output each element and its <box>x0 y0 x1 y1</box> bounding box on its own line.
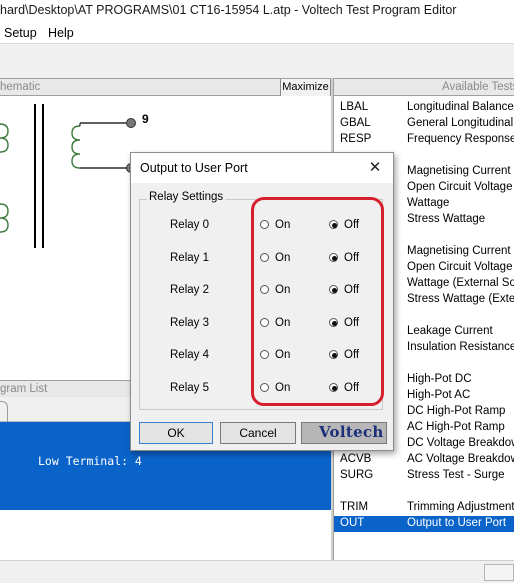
test-description: Open Circuit Voltage (E <box>407 261 514 273</box>
test-row[interactable]: GBAL General Longitudinal B <box>334 116 514 132</box>
schematic-pane-title: hematic <box>0 81 41 93</box>
test-description: Longitudinal Balance <box>407 101 514 113</box>
red-highlight-annotation <box>251 197 384 406</box>
available-tests-title: Available Tests <box>442 81 514 93</box>
schematic-pane-header: hematic Maximize <box>0 78 331 96</box>
test-description: DC Voltage Breakdown <box>407 437 514 449</box>
ok-button[interactable]: OK <box>139 422 213 444</box>
relay-settings-label: Relay Settings <box>147 191 226 203</box>
close-icon[interactable]: ✕ <box>365 158 385 178</box>
dialog-title: Output to User Port <box>140 161 248 175</box>
voltech-logo-text: Voltech <box>319 423 384 441</box>
test-description: Magnetising Current (E <box>407 245 514 257</box>
test-description: Magnetising Current <box>407 165 511 177</box>
maximize-button[interactable]: Maximize <box>280 79 331 96</box>
relay-label: Relay 5 <box>170 382 209 394</box>
test-description: High-Pot AC <box>407 389 471 401</box>
test-row[interactable]: RESP Frequency Response <box>334 132 514 148</box>
test-description: Frequency Response <box>407 133 514 145</box>
program-list-area <box>0 510 331 560</box>
test-description: Stress Wattage <box>407 213 486 225</box>
test-description: Output to User Port <box>407 517 507 529</box>
relay-label: Relay 0 <box>170 219 209 231</box>
dialog-title-bar: Output to User Port ✕ <box>131 153 393 183</box>
test-description: Open Circuit Voltage <box>407 181 513 193</box>
test-code: ACVB <box>340 453 372 465</box>
test-description: High-Pot DC <box>407 373 472 385</box>
test-code: RESP <box>340 133 372 145</box>
test-row[interactable]: ACVB AC Voltage Breakdown <box>334 452 514 468</box>
test-description: AC High-Pot Ramp <box>407 421 505 433</box>
test-description: Wattage (External Sou <box>407 277 514 289</box>
node-label-9: 9 <box>142 112 149 126</box>
program-tab[interactable] <box>0 401 8 422</box>
relay-label: Relay 1 <box>170 252 209 264</box>
test-description: Stress Wattage (Extern <box>407 293 514 305</box>
menu-bar: Setup Help <box>0 22 514 44</box>
cancel-button[interactable]: Cancel <box>220 422 296 444</box>
test-description: Insulation Resistance <box>407 341 514 353</box>
relay-label: Relay 4 <box>170 349 209 361</box>
test-description: Leakage Current <box>407 325 493 337</box>
toolbar-area <box>0 44 514 78</box>
program-list-title: gram List <box>0 383 48 395</box>
test-row[interactable]: OUT Output to User Port <box>334 516 514 532</box>
available-tests-header: Available Tests <box>333 78 514 96</box>
voltech-logo: Voltech <box>301 422 387 444</box>
test-description: AC Voltage Breakdown <box>407 453 514 465</box>
test-code: SURG <box>340 469 374 481</box>
menu-help[interactable]: Help <box>48 26 74 40</box>
test-description: General Longitudinal B <box>407 117 514 129</box>
relay-label: Relay 3 <box>170 317 209 329</box>
relay-label: Relay 2 <box>170 284 209 296</box>
window-title-bar: hard\Desktop\AT PROGRAMS\01 CT16-15954 L… <box>0 0 514 22</box>
test-description: Stress Test - Surge <box>407 469 505 481</box>
test-row[interactable]: TRIM Trimming Adjustment <box>334 500 514 516</box>
low-terminal-text: Low Terminal: 4 <box>38 454 142 468</box>
test-code: GBAL <box>340 117 371 129</box>
test-code: OUT <box>340 517 365 529</box>
test-description: Wattage <box>407 197 450 209</box>
window-title: hard\Desktop\AT PROGRAMS\01 CT16-15954 L… <box>0 3 457 17</box>
test-code: LBAL <box>340 101 369 113</box>
status-panel <box>484 564 514 581</box>
test-description: DC High-Pot Ramp <box>407 405 506 417</box>
test-row[interactable]: LBAL Longitudinal Balance <box>334 100 514 116</box>
test-row[interactable]: SURG Stress Test - Surge <box>334 468 514 484</box>
test-code: TRIM <box>340 501 369 513</box>
test-description: Trimming Adjustment <box>407 501 514 513</box>
menu-setup[interactable]: Setup <box>4 26 37 40</box>
status-bar <box>0 560 514 583</box>
